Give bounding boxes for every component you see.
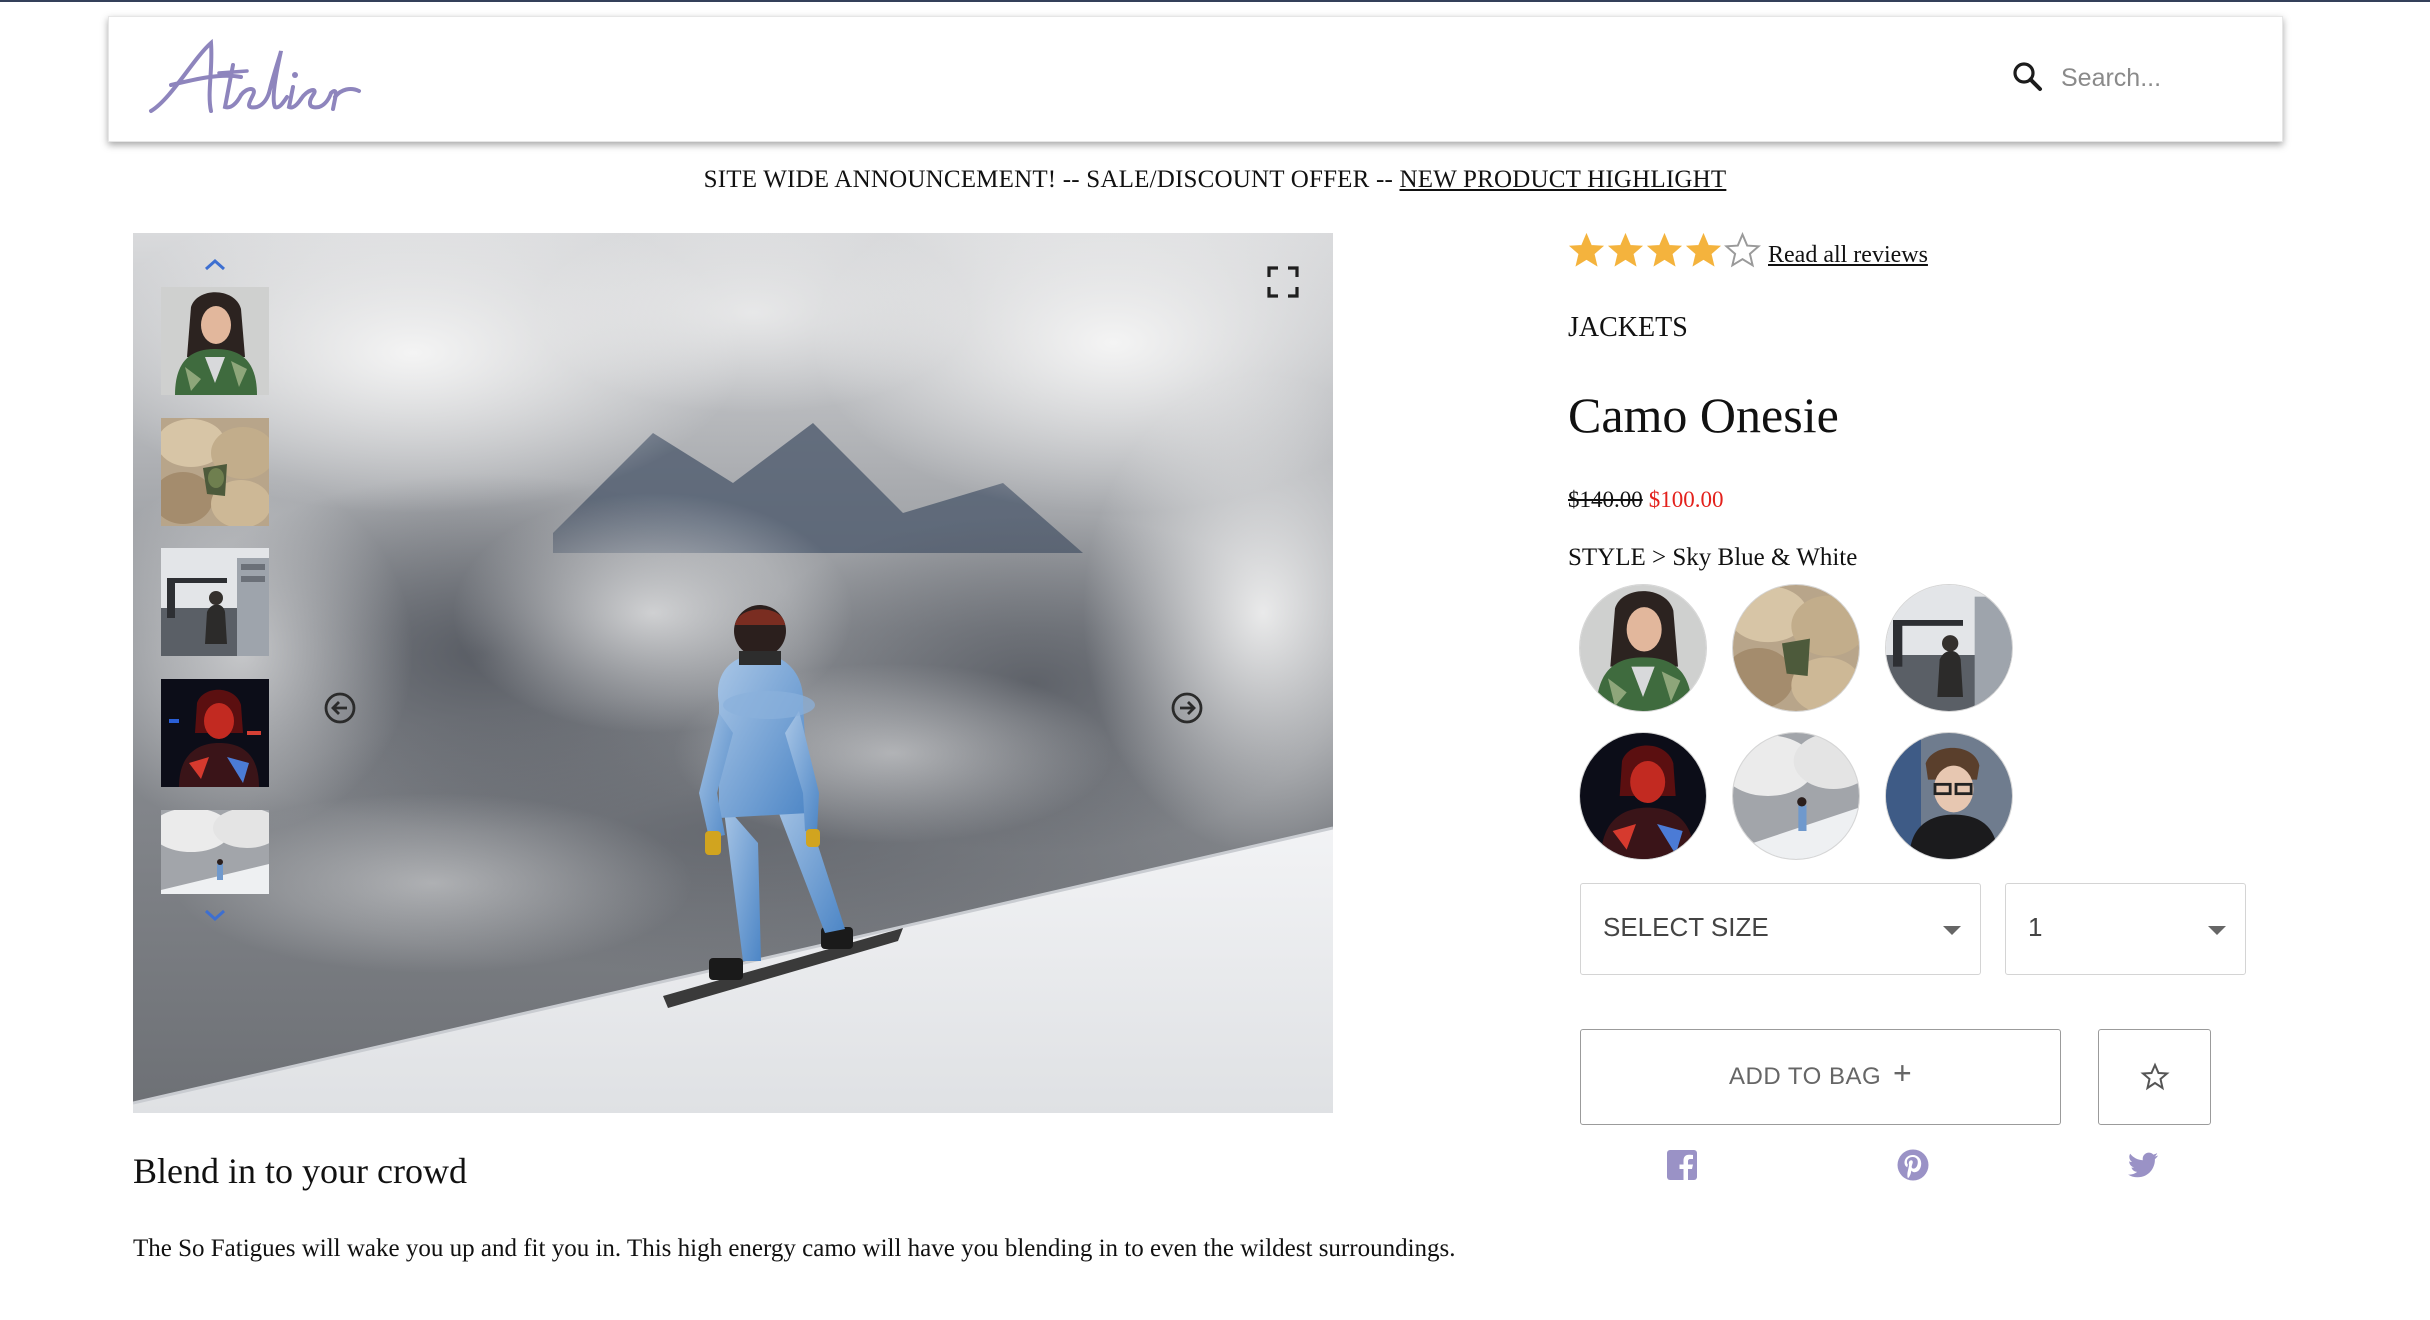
twitter-icon[interactable] (2126, 1148, 2160, 1182)
star-empty-icon (1724, 232, 1761, 268)
add-to-bag-label: ADD TO BAG (1729, 1063, 1882, 1090)
swatch-glasses-man-image (1886, 733, 2012, 859)
swatch-jacket-woman-image (1580, 585, 1706, 711)
style-swatch-5[interactable] (1733, 733, 1859, 859)
thumbnail-1[interactable] (161, 287, 269, 395)
size-select-value: SELECT SIZE (1603, 912, 1769, 942)
search-icon[interactable] (2010, 59, 2046, 95)
style-label: STYLE > Sky Blue & White (1568, 544, 1858, 571)
size-dropdown-caret-icon (1943, 926, 1961, 935)
style-swatch-6[interactable] (1886, 733, 2012, 859)
star-filled-icon (1685, 232, 1722, 267)
plus-icon: + (1893, 1055, 1912, 1091)
swatch-city-crane-image (1886, 585, 2012, 711)
size-select[interactable]: SELECT SIZE (1580, 883, 1981, 975)
star-filled-icon (1607, 232, 1644, 267)
sale-price: $100.00 (1648, 487, 1724, 512)
thumbnail-3[interactable] (161, 548, 269, 656)
pinterest-icon[interactable] (1896, 1148, 1930, 1182)
star-outline-icon (2140, 1062, 2170, 1091)
style-swatch-2[interactable] (1733, 585, 1859, 711)
star-filled-icon (1646, 232, 1683, 267)
original-price: $140.00 (1568, 487, 1643, 512)
chevron-up-icon[interactable] (197, 255, 233, 275)
thumb-snowboarder-image (161, 810, 269, 894)
style-swatch-3[interactable] (1886, 585, 2012, 711)
thumb-jacket-woman-image (161, 287, 269, 395)
quantity-select[interactable]: 1 (2005, 883, 2246, 975)
add-to-bag-button[interactable]: ADD TO BAG + (1580, 1029, 2061, 1125)
description-title: Blend in to your crowd (133, 1151, 467, 1191)
product-category: JACKETS (1568, 312, 1688, 343)
thumbnail-5[interactable] (161, 810, 269, 894)
announcement-text: SITE WIDE ANNOUNCEMENT! -- SALE/DISCOUNT… (703, 166, 1400, 193)
main-product-image[interactable] (133, 233, 1333, 1113)
star-filled-icon (1568, 232, 1605, 267)
announcement-bar: SITE WIDE ANNOUNCEMENT! -- SALE/DISCOUNT… (0, 166, 2430, 194)
product-gallery (133, 233, 1333, 1113)
swatch-red-portrait-image (1580, 733, 1706, 859)
thumb-red-portrait-image (161, 679, 269, 787)
thumb-city-crane-image (161, 548, 269, 656)
search-input[interactable] (2059, 57, 2263, 99)
favorite-button[interactable] (2098, 1029, 2211, 1125)
top-border (0, 0, 2430, 2)
price-block: $140.00 $100.00 (1568, 487, 1724, 513)
rating-stars (1568, 232, 1763, 272)
arrow-right-icon[interactable] (1170, 691, 1204, 725)
thumb-rocks-image (161, 418, 269, 526)
style-swatch-1[interactable] (1580, 585, 1706, 711)
product-title: Camo Onesie (1568, 387, 1839, 443)
announcement-link[interactable]: NEW PRODUCT HIGHLIGHT (1399, 166, 1726, 193)
thumbnail-4[interactable] (161, 679, 269, 787)
site-header (108, 16, 2283, 142)
read-reviews-link[interactable]: Read all reviews (1768, 242, 1928, 269)
thumbnail-2[interactable] (161, 418, 269, 526)
quantity-select-value: 1 (2028, 912, 2043, 942)
description-text: The So Fatigues will wake you up and fit… (133, 1235, 1456, 1262)
chevron-down-icon[interactable] (197, 905, 233, 925)
quantity-dropdown-caret-icon (2208, 926, 2226, 935)
style-swatch-4[interactable] (1580, 733, 1706, 859)
expand-icon[interactable] (1266, 265, 1300, 299)
arrow-left-icon[interactable] (323, 691, 357, 725)
facebook-icon[interactable] (1665, 1148, 1699, 1182)
swatch-snowboarder-image (1733, 733, 1859, 859)
swatch-rocks-image (1733, 585, 1859, 711)
atelier-logo[interactable] (141, 29, 381, 129)
